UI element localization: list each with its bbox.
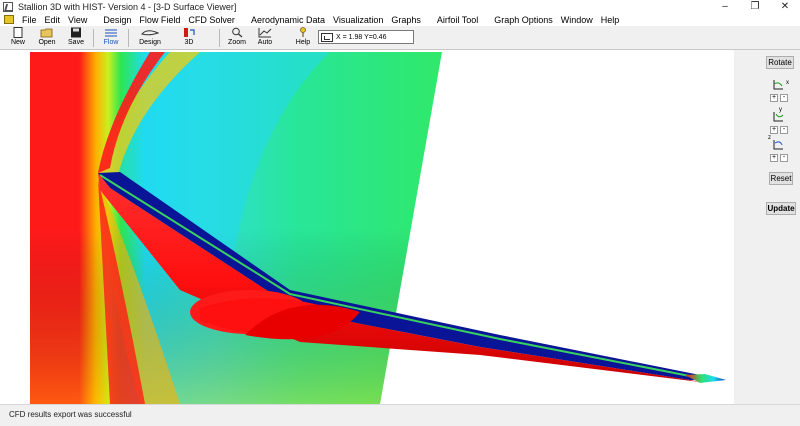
menu-graphs[interactable]: Graphs <box>387 15 425 25</box>
menu-help[interactable]: Help <box>597 15 624 25</box>
menu-view[interactable]: View <box>64 15 91 25</box>
minimize-button[interactable]: – <box>710 0 740 13</box>
open-button[interactable]: Open <box>35 27 59 49</box>
restore-button[interactable]: ❐ <box>740 0 770 13</box>
menu-file[interactable]: File <box>18 15 41 25</box>
update-button[interactable]: Update <box>766 202 796 215</box>
menu-window[interactable]: Window <box>557 15 597 25</box>
3d-button[interactable]: 3D <box>178 27 200 49</box>
menu-graph-options[interactable]: Graph Options <box>490 15 557 25</box>
y-axis-control: y + - <box>766 107 792 138</box>
flow-field-render <box>30 52 726 404</box>
3d-view-icon <box>184 28 195 37</box>
z-axis-icon <box>773 140 783 150</box>
menu-edit[interactable]: Edit <box>41 15 65 25</box>
x-plus-button[interactable]: + <box>770 94 778 102</box>
auto-button[interactable]: Auto <box>254 27 276 49</box>
z-axis-control: z + - <box>766 135 792 166</box>
document-icon[interactable] <box>4 15 14 24</box>
menu-aerodynamic-data[interactable]: Aerodynamic Data <box>247 15 329 25</box>
3d-surface-viewport[interactable] <box>0 50 734 404</box>
coordinate-readout: X = 1.98 Y=0.46 <box>318 30 414 44</box>
coordinate-icon <box>321 32 333 42</box>
new-icon <box>13 27 23 38</box>
y-plus-button[interactable]: + <box>770 126 778 134</box>
save-icon <box>71 27 81 38</box>
menu-airfoil-tool[interactable]: Airfoil Tool <box>433 15 482 25</box>
y-minus-button[interactable]: - <box>780 126 788 134</box>
airfoil-icon <box>141 30 159 36</box>
reset-button[interactable]: Reset <box>769 172 793 185</box>
new-button[interactable]: New <box>8 27 28 49</box>
menu-bar: File Edit View Design Flow Field CFD Sol… <box>0 13 800 26</box>
design-button[interactable]: Design <box>136 27 164 49</box>
auto-scale-icon <box>258 28 272 38</box>
z-plus-button[interactable]: + <box>770 154 778 162</box>
menu-visualization[interactable]: Visualization <box>329 15 387 25</box>
y-axis-icon <box>773 112 784 122</box>
zoom-button[interactable]: Zoom <box>226 27 248 49</box>
menu-cfd-solver[interactable]: CFD Solver <box>184 15 239 25</box>
close-button[interactable]: ✕ <box>770 0 800 13</box>
toolbar: New Open Save Flow Design 3D Zoom Auto H… <box>0 26 800 50</box>
title-bar: Stallion 3D with HIST- Version 4 - [3-D … <box>0 0 800 13</box>
menu-design[interactable]: Design <box>99 15 135 25</box>
x-axis-icon <box>773 80 783 90</box>
window-title: Stallion 3D with HIST- Version 4 - [3-D … <box>18 1 237 12</box>
magnifier-icon <box>232 27 243 38</box>
flow-icon <box>105 29 117 37</box>
app-icon <box>3 1 13 12</box>
flow-button[interactable]: Flow <box>100 27 122 49</box>
x-axis-control: x + - <box>770 80 789 102</box>
x-minus-button[interactable]: - <box>780 94 788 102</box>
help-icon <box>300 27 306 37</box>
rotate-button[interactable]: Rotate <box>766 56 794 69</box>
help-button[interactable]: Help <box>292 27 314 49</box>
folder-icon <box>40 28 53 38</box>
z-minus-button[interactable]: - <box>780 154 788 162</box>
save-button[interactable]: Save <box>66 27 86 49</box>
menu-flow-field[interactable]: Flow Field <box>135 15 184 25</box>
status-bar: CFD results export was successful <box>0 404 800 426</box>
